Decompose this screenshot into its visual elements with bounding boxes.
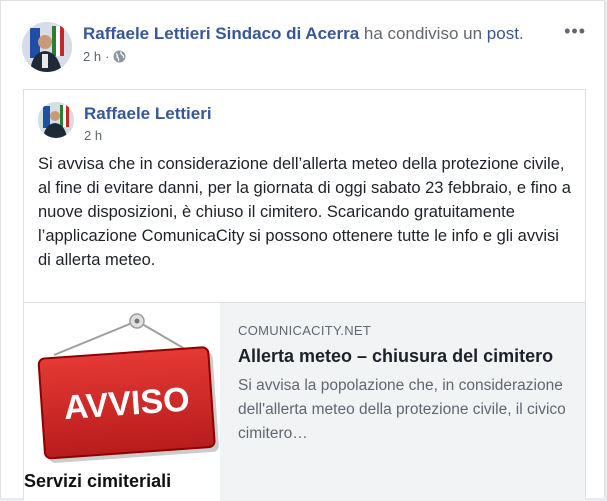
shared-post[interactable]: Raffaele Lettieri 2 h Si avvisa che in c…: [23, 89, 586, 501]
link-preview-text: COMUNICACITY.NET Allerta meteo – chiusur…: [238, 323, 568, 446]
post-header: Raffaele Lettieri Sindaco di Acerra ha c…: [83, 23, 524, 45]
link-preview-card[interactable]: AVVISO Servizi cimiteriali COMUNICACITY.…: [24, 302, 585, 501]
author-avatar[interactable]: [22, 22, 72, 72]
shared-author-avatar[interactable]: [38, 102, 74, 138]
image-caption: Servizi cimiteriali: [24, 471, 171, 491]
globe-icon[interactable]: [113, 50, 126, 63]
link-domain: COMUNICACITY.NET: [238, 323, 372, 338]
share-text: ha condiviso un: [359, 24, 487, 43]
link-preview-image[interactable]: AVVISO Servizi cimiteriali: [24, 303, 220, 501]
link-title[interactable]: Allerta meteo – chiusura del cimitero: [238, 344, 568, 369]
profile-photo: [22, 22, 72, 72]
shared-post-text: Si avvisa che in considerazione dell’all…: [38, 155, 571, 269]
feed-post: Raffaele Lettieri Sindaco di Acerra ha c…: [0, 0, 605, 501]
post-meta: 2 h ·: [83, 49, 126, 64]
share-text-end: .: [518, 24, 524, 43]
post-timestamp[interactable]: 2 h: [83, 49, 101, 64]
author-name-link[interactable]: Raffaele Lettieri Sindaco di Acerra: [83, 24, 359, 43]
profile-photo: [38, 102, 74, 138]
shared-author-name-link[interactable]: Raffaele Lettieri: [84, 104, 212, 124]
more-options-button[interactable]: •••: [564, 21, 586, 42]
shared-post-link[interactable]: post: [487, 24, 519, 43]
link-description: Si avvisa la popolazione che, in conside…: [238, 377, 566, 442]
shared-post-timestamp[interactable]: 2 h: [84, 128, 102, 143]
